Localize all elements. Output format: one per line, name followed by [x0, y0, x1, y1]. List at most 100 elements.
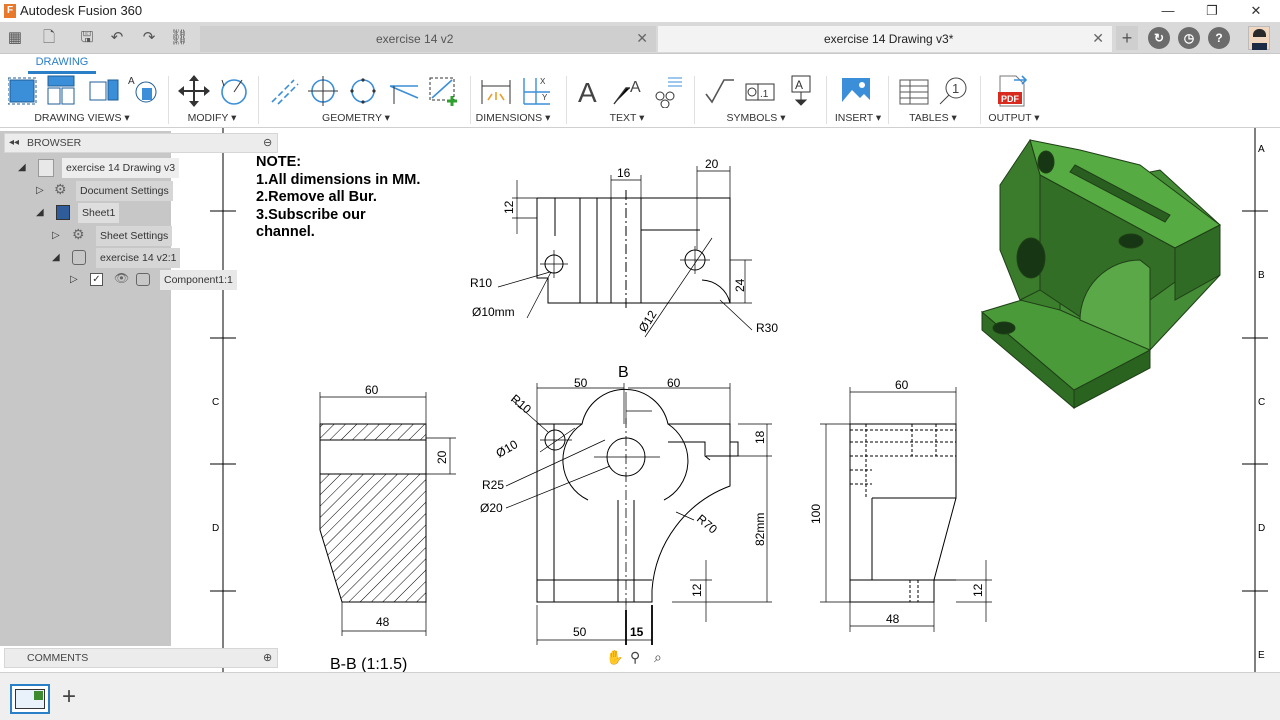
sketch-geometry-icon[interactable] [428, 74, 460, 108]
notifications-icon[interactable]: ◷ [1178, 27, 1200, 49]
projected-view-icon[interactable] [46, 74, 78, 108]
dim-front-r70: R70 [694, 512, 720, 537]
section-label: B-B (1:1.5) [330, 656, 407, 672]
dimensions-menu[interactable]: DIMENSIONS ▾ [470, 112, 556, 124]
geometry-menu[interactable]: GEOMETRY ▾ [300, 112, 412, 124]
row-label-left-d: D [212, 523, 219, 534]
dim-top-d10mm: Ø10mm [472, 305, 515, 319]
expand-icon[interactable]: ▷ [36, 185, 48, 197]
tree-label: Sheet Settings [96, 226, 173, 246]
dim-front-12: 12 [690, 583, 704, 597]
note-line-3: 3.Subscribe our [256, 206, 366, 223]
section-view-icon[interactable] [88, 74, 120, 108]
table-icon[interactable] [898, 74, 930, 108]
tab-exercise-14-v2[interactable]: exercise 14 v2 ✕ [200, 26, 656, 52]
center-mark-icon[interactable] [308, 74, 340, 108]
insert-image-icon[interactable] [840, 74, 872, 108]
note-line-2: 2.Remove all Bur. [256, 189, 377, 206]
tab-drawing[interactable]: DRAWING [28, 54, 96, 74]
zoom-icon[interactable]: ⚲ [630, 649, 640, 666]
text-icon[interactable]: A [574, 74, 606, 108]
dim-front-r25: R25 [482, 478, 504, 492]
link-icon[interactable]: ⛓ [168, 28, 190, 48]
drawing-note[interactable]: NOTE: 1.All dimensions in MM. 2.Remove a… [256, 154, 420, 242]
output-menu[interactable]: OUTPUT ▾ [984, 112, 1044, 124]
expand-icon[interactable]: ▷ [70, 274, 82, 286]
dimension-icon[interactable] [480, 74, 512, 108]
browser-header[interactable]: ◂◂ BROWSER ⊖ [4, 133, 278, 153]
row-label-right-d: D [1258, 523, 1265, 534]
add-sheet-icon[interactable]: + [62, 683, 76, 711]
minimize-panel-icon[interactable]: ⊖ [263, 136, 272, 149]
side-view[interactable] [820, 387, 992, 632]
eye-icon[interactable]: 👁 [114, 271, 129, 285]
sheet-thumbnail[interactable] [10, 684, 50, 714]
bom-balloon-icon[interactable]: 1 [938, 74, 970, 108]
row-label-left-c: C [212, 397, 219, 408]
minimize-button[interactable]: — [1148, 1, 1188, 21]
center-mark-pattern-icon[interactable] [348, 74, 380, 108]
edge-extension-icon[interactable] [388, 74, 420, 108]
front-view[interactable] [505, 383, 772, 645]
base-view-icon[interactable] [8, 74, 40, 108]
close-tab-icon[interactable]: ✕ [636, 30, 648, 47]
text-menu[interactable]: TEXT ▾ [596, 112, 658, 124]
feature-control-frame-icon[interactable]: .1 [744, 74, 776, 108]
tables-menu[interactable]: TABLES ▾ [898, 112, 968, 124]
expand-icon[interactable]: ◢ [52, 252, 64, 264]
avatar[interactable] [1248, 26, 1270, 50]
expand-icon[interactable]: ◢ [36, 207, 48, 219]
dim-side-60: 60 [895, 378, 909, 392]
document-tab-bar: ▦ 🗋 🖫 ↶ ↷ ⛓ exercise 14 v2 ✕ exercise 14… [0, 22, 1280, 54]
ordinate-dimension-icon[interactable]: XY [520, 74, 552, 108]
drawing-doc-icon [38, 159, 54, 177]
top-view[interactable] [497, 166, 753, 338]
tree-label: exercise 14 v2:1 [96, 248, 181, 268]
sheet-bar: + [0, 672, 1280, 720]
comments-title: COMMENTS [27, 652, 89, 664]
job-status-icon[interactable]: ↻ [1148, 27, 1170, 49]
file-menu-icon[interactable]: 🗋 [38, 28, 60, 48]
svg-text:A: A [630, 79, 641, 96]
pdf-export-icon[interactable]: PDF [996, 74, 1028, 108]
centerline-icon[interactable] [268, 74, 300, 108]
surface-texture-icon[interactable] [704, 74, 736, 108]
new-tab-icon[interactable]: + [1116, 26, 1138, 50]
collapse-panel-icon[interactable]: ◂◂ [9, 137, 19, 148]
help-icon[interactable]: ? [1208, 27, 1230, 49]
visibility-checkbox[interactable]: ✓ [90, 273, 103, 286]
isometric-model-view[interactable] [980, 138, 1221, 410]
fit-icon[interactable]: ⌕ [654, 649, 662, 666]
expand-icon[interactable]: ◢ [18, 162, 30, 174]
leader-icon[interactable]: A [612, 74, 644, 108]
modify-menu[interactable]: MODIFY ▾ [176, 112, 248, 124]
pan-icon[interactable]: ✋ [606, 649, 623, 666]
component-icon [136, 273, 150, 286]
title-bar: F Autodesk Fusion 360 — ❐ ✕ [0, 0, 1280, 22]
section-view[interactable] [319, 392, 456, 636]
rotate-icon[interactable] [218, 74, 250, 108]
tab-exercise-14-drawing[interactable]: exercise 14 Drawing v3* ✕ [658, 26, 1112, 52]
detail-view-icon[interactable]: A [126, 74, 158, 108]
symbols-menu[interactable]: SYMBOLS ▾ [716, 112, 796, 124]
add-comment-icon[interactable]: ⊕ [263, 651, 272, 664]
move-icon[interactable] [178, 74, 210, 108]
comments-panel[interactable]: COMMENTS ⊕ [4, 648, 278, 668]
dim-top-r10: R10 [470, 276, 492, 290]
app-grid-icon[interactable]: ▦ [4, 28, 26, 48]
balloon-icon[interactable] [652, 74, 684, 108]
insert-menu[interactable]: INSERT ▾ [830, 112, 886, 124]
dim-section-48: 48 [376, 615, 390, 629]
expand-icon[interactable]: ▷ [52, 230, 64, 242]
close-button[interactable]: ✕ [1236, 1, 1276, 21]
restore-button[interactable]: ❐ [1192, 1, 1232, 21]
drawing-views-menu[interactable]: DRAWING VIEWS ▾ [22, 112, 142, 124]
save-icon[interactable]: 🖫 [76, 28, 98, 48]
tab-label: exercise 14 Drawing v3* [824, 32, 954, 46]
close-tab-icon[interactable]: ✕ [1092, 30, 1104, 47]
drawing-sheet: C D A B C D E 16 20 12 R10 Ø10mm Ø12 24 … [210, 128, 1268, 672]
dim-top-24: 24 [733, 278, 747, 292]
redo-icon[interactable]: ↷ [138, 28, 160, 48]
undo-icon[interactable]: ↶ [106, 28, 128, 48]
datum-identifier-icon[interactable]: A [786, 74, 818, 108]
